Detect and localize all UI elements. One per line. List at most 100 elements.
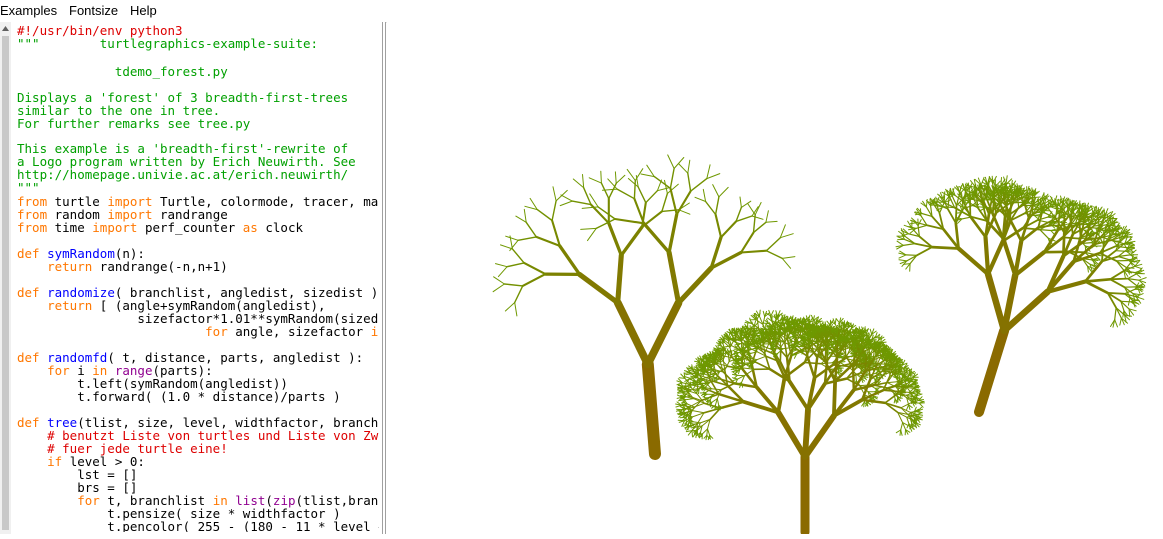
pane-divider[interactable] — [382, 22, 386, 534]
tree-branch — [682, 405, 691, 406]
tree-branch — [992, 176, 993, 183]
tree-branch — [1118, 257, 1128, 260]
tree-branch — [1102, 245, 1104, 262]
tree-branch — [981, 177, 984, 185]
tree-branch — [846, 323, 847, 328]
tree-branch — [615, 172, 616, 184]
tree-branch — [584, 188, 591, 205]
tree-branch — [688, 173, 691, 191]
tree-branch — [862, 400, 885, 403]
tree-branch — [677, 191, 691, 214]
tree-branch — [679, 268, 712, 303]
code-token: t.forward( (1.0 * distance)/parts ) — [17, 389, 341, 404]
tree-branch — [834, 381, 835, 416]
tree-branch — [662, 194, 668, 212]
tree-branch — [805, 363, 821, 364]
code-line: from time import perf_counter as clock — [17, 221, 303, 234]
tree-branch — [1040, 230, 1051, 231]
code-token: perf_counter — [137, 220, 242, 235]
tree-branch — [883, 390, 898, 391]
tree-branch — [825, 347, 826, 362]
tree-branch — [648, 364, 655, 454]
tree-branch — [654, 177, 670, 189]
tree-branch — [907, 255, 917, 261]
tree-branch — [506, 236, 518, 240]
tree-branch — [693, 411, 704, 413]
tree-branch — [685, 377, 691, 379]
tree-branch — [711, 389, 721, 390]
tree-branch — [572, 201, 591, 205]
tree-branch — [560, 246, 580, 275]
code-line: For further remarks see tree.py — [17, 117, 250, 130]
code-token: For further remarks see tree.py — [17, 116, 250, 131]
code-token: from — [17, 220, 47, 235]
tree-branch — [516, 216, 526, 222]
tree-branch — [721, 402, 744, 408]
tree-branch — [616, 175, 625, 183]
tree-branch — [932, 247, 959, 248]
code-token: http://homepage.univie.ac.at/erich.neuwi… — [17, 167, 348, 182]
menu-bar: Examples Fontsize Help — [0, 0, 1163, 23]
tree-branch — [835, 319, 836, 324]
tree-branch — [754, 222, 766, 232]
tree-branch — [678, 420, 684, 421]
tree-branch — [526, 222, 536, 237]
code-pane: #!/usr/bin/env python3""" turtlegraphics… — [0, 22, 386, 534]
tree-branch — [496, 264, 508, 267]
tree-branch — [706, 202, 716, 215]
tree-branch — [669, 214, 677, 252]
tree-branch — [792, 326, 798, 327]
code-token: return — [47, 259, 92, 274]
tree-branch — [668, 155, 674, 169]
source-code-text[interactable]: #!/usr/bin/env python3""" turtlegraphics… — [17, 24, 379, 532]
tree-branch — [621, 227, 642, 255]
tree-branch — [601, 171, 602, 183]
code-line: """ turtlegraphics-example-suite: — [17, 37, 318, 50]
tree-branch — [501, 245, 513, 249]
tree-branch — [691, 179, 707, 192]
tree-branch — [741, 233, 754, 253]
tree-branch — [802, 327, 803, 331]
tree-branch — [504, 284, 522, 286]
tree-branch — [754, 215, 756, 233]
tree-branch — [737, 330, 738, 335]
tree-branch — [897, 394, 906, 395]
menu-fontsize[interactable]: Fontsize — [69, 3, 118, 18]
code-token: import — [92, 220, 137, 235]
tree-branch — [1121, 301, 1131, 302]
tree-branch — [665, 180, 668, 193]
tree-branch — [667, 184, 678, 193]
tree-branch — [917, 247, 932, 255]
tree-branch — [782, 258, 790, 268]
tree-branch — [515, 303, 517, 316]
tree-branch — [790, 381, 808, 409]
tree-branch — [1135, 289, 1142, 290]
tree-branch — [899, 260, 907, 261]
tree-branch — [693, 422, 700, 423]
tree-branch — [573, 179, 583, 188]
tree-branch — [782, 257, 795, 259]
tree-branch — [736, 331, 737, 336]
tree-branch — [845, 346, 846, 356]
tree-branch — [713, 185, 719, 197]
tree-branch — [692, 431, 693, 437]
tree-branch — [670, 169, 674, 189]
code-token: in — [371, 324, 379, 339]
tree-branch — [524, 209, 526, 222]
code-line: tdemo_forest.py — [17, 65, 228, 78]
tree-branch — [766, 238, 780, 251]
menu-examples[interactable]: Examples — [0, 3, 57, 18]
scroll-up-icon[interactable] — [0, 22, 11, 34]
tree-branch — [583, 175, 584, 188]
tree-branch — [993, 214, 1004, 239]
tree-branch — [757, 356, 766, 360]
tree-branch — [699, 385, 704, 386]
menu-help[interactable]: Help — [130, 3, 157, 18]
code-token: t.pencolor( 255 - (180 - 11 * level + sy… — [17, 519, 379, 532]
tree-branch — [648, 303, 679, 364]
tree-branch — [695, 197, 706, 201]
scroll-thumb[interactable] — [2, 36, 9, 530]
tree-branch — [771, 342, 776, 343]
vertical-scrollbar[interactable] — [0, 22, 11, 534]
tree-branch — [760, 310, 761, 316]
